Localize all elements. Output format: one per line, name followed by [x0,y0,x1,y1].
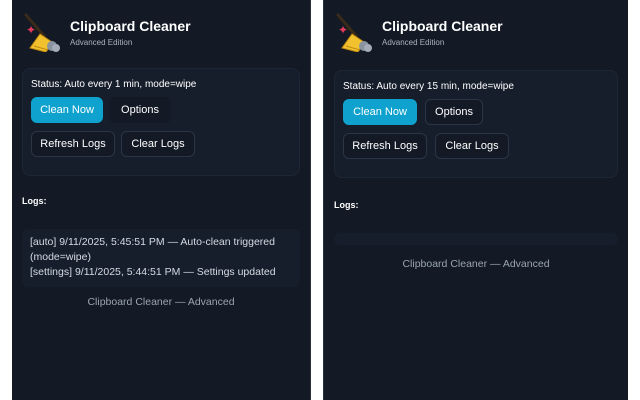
logs-heading: Logs: [334,200,359,210]
logs-heading: Logs: [22,196,47,206]
options-button[interactable]: Options [425,99,483,125]
refresh-logs-button[interactable]: Refresh Logs [31,131,115,157]
log-line: (mode=wipe) [30,251,91,263]
status-text: Status: Auto every 15 min, mode=wipe [343,81,514,92]
app-title: Clipboard Cleaner [70,18,191,34]
log-line: [auto] 9/11/2025, 5:45:51 PM — Auto-clea… [30,236,275,248]
svg-text:✦: ✦ [338,23,348,37]
refresh-logs-button[interactable]: Refresh Logs [343,133,427,159]
broom-icon: ✦ [334,12,372,52]
app-subtitle: Advanced Edition [70,38,133,47]
title-group: Clipboard Cleaner Advanced Edition [382,17,503,47]
broom-icon: ✦ [22,12,60,52]
svg-text:✦: ✦ [26,23,36,37]
header: ✦ Clipboard Cleaner Advanced Edition [22,10,191,54]
app-subtitle: Advanced Edition [382,38,445,47]
log-line: [settings] 9/11/2025, 5:44:51 PM — Setti… [30,266,276,278]
status-text: Status: Auto every 1 min, mode=wipe [31,79,197,90]
logs-box [334,233,618,245]
footer-text: Clipboard Cleaner — Advanced [87,296,235,308]
clear-logs-button[interactable]: Clear Logs [121,131,195,157]
logs-box: [auto] 9/11/2025, 5:45:51 PM — Auto-clea… [22,229,300,287]
popup-panel-right: ✦ Clipboard Cleaner Advanced Edition Sta… [323,0,628,400]
footer-text: Clipboard Cleaner — Advanced [402,258,550,270]
comparison-stage: ✦ Clipboard Cleaner Advanced Edition Sta… [0,0,640,400]
app-title: Clipboard Cleaner [382,18,503,34]
controls-card: Status: Auto every 15 min, mode=wipe Cle… [334,70,618,178]
header: ✦ Clipboard Cleaner Advanced Edition [334,10,503,54]
options-button[interactable]: Options [109,97,171,123]
controls-card: Status: Auto every 1 min, mode=wipe Clea… [22,68,300,176]
title-group: Clipboard Cleaner Advanced Edition [70,17,191,47]
popup-panel-left: ✦ Clipboard Cleaner Advanced Edition Sta… [12,0,311,400]
clean-now-button[interactable]: Clean Now [343,99,417,125]
clean-now-button[interactable]: Clean Now [31,97,103,123]
clear-logs-button[interactable]: Clear Logs [435,133,509,159]
